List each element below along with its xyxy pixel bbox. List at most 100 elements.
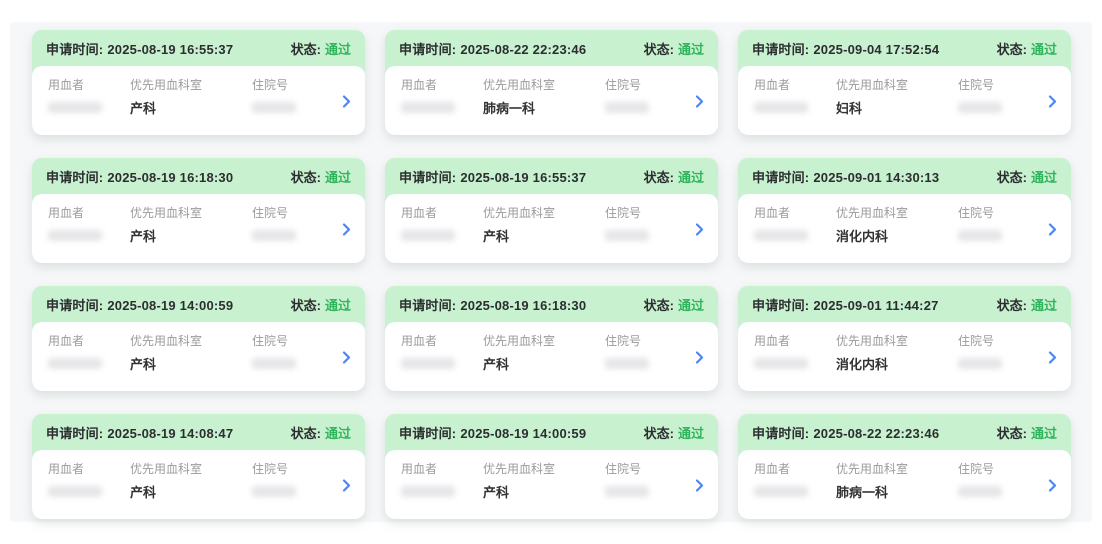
apply-time: 申请时间:2025-08-19 14:08:47 — [46, 423, 233, 442]
request-card[interactable]: 申请时间:2025-08-19 14:08:47 状态:通过 用血者 优先用血科… — [32, 414, 365, 519]
redacted-recipient-name — [754, 102, 808, 113]
admission-label: 住院号 — [252, 462, 337, 476]
recipient-field: 用血者 — [401, 462, 483, 509]
request-card[interactable]: 申请时间:2025-08-19 14:00:59 状态:通过 用血者 优先用血科… — [32, 286, 365, 391]
department-field: 优先用血科室 产科 — [483, 334, 605, 381]
request-card[interactable]: 申请时间:2025-08-19 16:18:30 状态:通过 用血者 优先用血科… — [32, 158, 365, 263]
department-value: 消化内科 — [836, 357, 958, 372]
status-label: 状态: — [291, 170, 321, 185]
department-label: 优先用血科室 — [130, 78, 252, 92]
status: 状态:通过 — [997, 295, 1057, 314]
request-card[interactable]: 申请时间:2025-08-19 16:55:37 状态:通过 用血者 优先用血科… — [385, 158, 718, 263]
admission-label: 住院号 — [605, 334, 690, 348]
card-detail-link[interactable] — [1043, 462, 1057, 509]
recipient-label: 用血者 — [754, 462, 836, 476]
request-card[interactable]: 申请时间:2025-09-04 17:52:54 状态:通过 用血者 优先用血科… — [738, 30, 1071, 135]
recipient-label: 用血者 — [48, 334, 130, 348]
chevron-right-icon[interactable] — [695, 95, 704, 108]
chevron-right-icon[interactable] — [695, 479, 704, 492]
redacted-admission-number — [252, 486, 296, 497]
chevron-right-icon[interactable] — [1048, 95, 1057, 108]
redacted-recipient-name — [48, 230, 102, 241]
recipient-field: 用血者 — [48, 206, 130, 253]
request-card-header: 申请时间:2025-08-19 14:08:47 状态:通过 — [32, 414, 365, 450]
request-card-body: 用血者 优先用血科室 产科 住院号 — [32, 322, 365, 391]
admission-field: 住院号 — [605, 206, 690, 253]
request-card-body: 用血者 优先用血科室 产科 住院号 — [385, 194, 718, 263]
request-card[interactable]: 申请时间:2025-08-19 14:00:59 状态:通过 用血者 优先用血科… — [385, 414, 718, 519]
request-card[interactable]: 申请时间:2025-09-01 14:30:13 状态:通过 用血者 优先用血科… — [738, 158, 1071, 263]
department-field: 优先用血科室 产科 — [130, 78, 252, 125]
chevron-right-icon[interactable] — [695, 351, 704, 364]
status: 状态:通过 — [997, 423, 1057, 442]
card-detail-link[interactable] — [1043, 334, 1057, 381]
recipient-label: 用血者 — [48, 462, 130, 476]
chevron-right-icon[interactable] — [342, 95, 351, 108]
chevron-right-icon[interactable] — [342, 223, 351, 236]
department-value: 肺病一科 — [483, 101, 605, 116]
chevron-right-icon[interactable] — [342, 351, 351, 364]
chevron-right-icon[interactable] — [1048, 479, 1057, 492]
department-label: 优先用血科室 — [836, 78, 958, 92]
department-field: 优先用血科室 产科 — [130, 462, 252, 509]
redacted-recipient-name — [48, 486, 102, 497]
apply-time: 申请时间:2025-08-19 16:55:37 — [399, 167, 586, 186]
department-label: 优先用血科室 — [483, 78, 605, 92]
request-card[interactable]: 申请时间:2025-08-22 22:23:46 状态:通过 用血者 优先用血科… — [385, 30, 718, 135]
card-detail-link[interactable] — [337, 78, 351, 125]
redacted-admission-number — [605, 358, 649, 369]
card-detail-link[interactable] — [690, 462, 704, 509]
status-badge: 通过 — [678, 426, 704, 441]
apply-time: 申请时间:2025-08-19 14:00:59 — [399, 423, 586, 442]
redacted-admission-number — [958, 230, 1002, 241]
apply-time-value: 2025-08-19 16:18:30 — [460, 298, 586, 313]
card-detail-link[interactable] — [690, 206, 704, 253]
request-card-header: 申请时间:2025-08-19 16:55:37 状态:通过 — [32, 30, 365, 66]
redacted-admission-number — [958, 102, 1002, 113]
redacted-admission-number — [605, 486, 649, 497]
department-field: 优先用血科室 消化内科 — [836, 334, 958, 381]
recipient-field: 用血者 — [48, 462, 130, 509]
admission-field: 住院号 — [958, 462, 1043, 509]
chevron-right-icon[interactable] — [695, 223, 704, 236]
card-detail-link[interactable] — [1043, 206, 1057, 253]
chevron-right-icon[interactable] — [1048, 351, 1057, 364]
request-card[interactable]: 申请时间:2025-09-01 11:44:27 状态:通过 用血者 优先用血科… — [738, 286, 1071, 391]
recipient-label: 用血者 — [48, 78, 130, 92]
apply-time-value: 2025-08-22 22:23:46 — [460, 42, 586, 57]
apply-time: 申请时间:2025-09-01 11:44:27 — [752, 295, 939, 314]
card-detail-link[interactable] — [1043, 78, 1057, 125]
recipient-label: 用血者 — [754, 78, 836, 92]
apply-time-label: 申请时间: — [46, 298, 103, 313]
apply-time-label: 申请时间: — [399, 298, 456, 313]
chevron-right-icon[interactable] — [1048, 223, 1057, 236]
department-label: 优先用血科室 — [836, 462, 958, 476]
admission-label: 住院号 — [605, 206, 690, 220]
department-value: 肺病一科 — [836, 485, 958, 500]
request-card[interactable]: 申请时间:2025-08-19 16:55:37 状态:通过 用血者 优先用血科… — [32, 30, 365, 135]
request-card[interactable]: 申请时间:2025-08-19 16:18:30 状态:通过 用血者 优先用血科… — [385, 286, 718, 391]
admission-field: 住院号 — [252, 334, 337, 381]
card-detail-link[interactable] — [337, 462, 351, 509]
status-label: 状态: — [291, 42, 321, 57]
card-detail-link[interactable] — [690, 78, 704, 125]
apply-time: 申请时间:2025-09-01 14:30:13 — [752, 167, 939, 186]
card-detail-link[interactable] — [337, 334, 351, 381]
request-card-grid: 申请时间:2025-08-19 16:55:37 状态:通过 用血者 优先用血科… — [32, 30, 1071, 519]
status-badge: 通过 — [325, 42, 351, 57]
department-value: 产科 — [130, 101, 252, 116]
department-field: 优先用血科室 产科 — [130, 334, 252, 381]
redacted-admission-number — [252, 230, 296, 241]
card-detail-link[interactable] — [337, 206, 351, 253]
status-badge: 通过 — [325, 298, 351, 313]
redacted-recipient-name — [48, 102, 102, 113]
chevron-right-icon[interactable] — [342, 479, 351, 492]
card-detail-link[interactable] — [690, 334, 704, 381]
recipient-field: 用血者 — [754, 206, 836, 253]
status-badge: 通过 — [1031, 426, 1057, 441]
admission-field: 住院号 — [958, 78, 1043, 125]
status-badge: 通过 — [678, 170, 704, 185]
apply-time-label: 申请时间: — [752, 170, 809, 185]
request-card[interactable]: 申请时间:2025-08-22 22:23:46 状态:通过 用血者 优先用血科… — [738, 414, 1071, 519]
admission-field: 住院号 — [958, 206, 1043, 253]
